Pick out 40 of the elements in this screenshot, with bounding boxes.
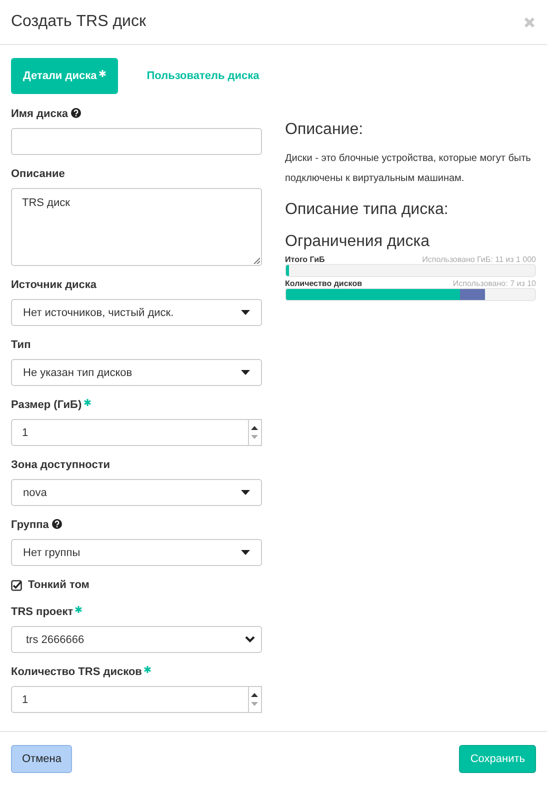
checkbox[interactable] bbox=[11, 580, 22, 590]
caret-icon bbox=[241, 370, 250, 375]
field-label: Описание bbox=[11, 168, 65, 180]
quota-label: Итого ГиБ bbox=[285, 255, 325, 264]
caret-icon bbox=[241, 490, 250, 495]
field-label: Тип bbox=[11, 339, 31, 351]
field-label: TRS проект bbox=[11, 606, 74, 618]
field-label: Источник диска bbox=[11, 279, 97, 291]
select-field[interactable]: Нет группы bbox=[11, 539, 262, 566]
caret-icon bbox=[241, 550, 250, 555]
description-field[interactable]: TRS диск bbox=[11, 188, 262, 266]
quota-usage: Использовано: 7 из 10 bbox=[452, 279, 536, 288]
caret-icon bbox=[241, 310, 250, 315]
section-heading: Описание типа диска: bbox=[285, 201, 450, 219]
field-label: Количество TRS дисков bbox=[11, 666, 142, 678]
field-label: Зона доступности bbox=[11, 459, 110, 471]
name-field[interactable] bbox=[11, 128, 262, 155]
dialog-title: Создать TRS диск bbox=[11, 13, 146, 31]
spinner[interactable] bbox=[248, 419, 262, 446]
select-field[interactable]: Не указан тип дисков bbox=[11, 359, 262, 386]
description-text: Диски - это блочные устройства, которые могут быть подключены к виртуальным машинам. bbox=[285, 152, 532, 186]
quota-usage: Использовано ГиБ: 11 из 1 000 bbox=[422, 255, 536, 264]
help-icon[interactable] bbox=[71, 108, 82, 118]
section-heading: Ограничения диска bbox=[285, 233, 430, 251]
checkbox-label: Тонкий том bbox=[28, 579, 90, 591]
select-field[interactable]: trs 2666666 bbox=[11, 626, 262, 653]
number-field[interactable]: 1 bbox=[11, 686, 249, 713]
field-label: Размер (ГиБ) bbox=[11, 399, 82, 411]
number-field[interactable]: 1 bbox=[11, 419, 249, 446]
field-label: Имя диска bbox=[11, 108, 68, 120]
field-label: Группа bbox=[11, 519, 49, 531]
spinner[interactable] bbox=[248, 686, 262, 713]
cancel-button[interactable]: Отмена bbox=[11, 744, 72, 772]
help-icon[interactable] bbox=[52, 519, 62, 529]
select-field[interactable]: nova bbox=[11, 479, 262, 506]
select-field[interactable]: Нет источников, чистый диск. bbox=[11, 299, 262, 326]
section-heading: Описание: bbox=[285, 121, 364, 139]
resize-handle-icon[interactable] bbox=[253, 257, 260, 264]
quota-label: Количество дисков bbox=[285, 279, 362, 288]
chevron-icon bbox=[245, 636, 255, 643]
